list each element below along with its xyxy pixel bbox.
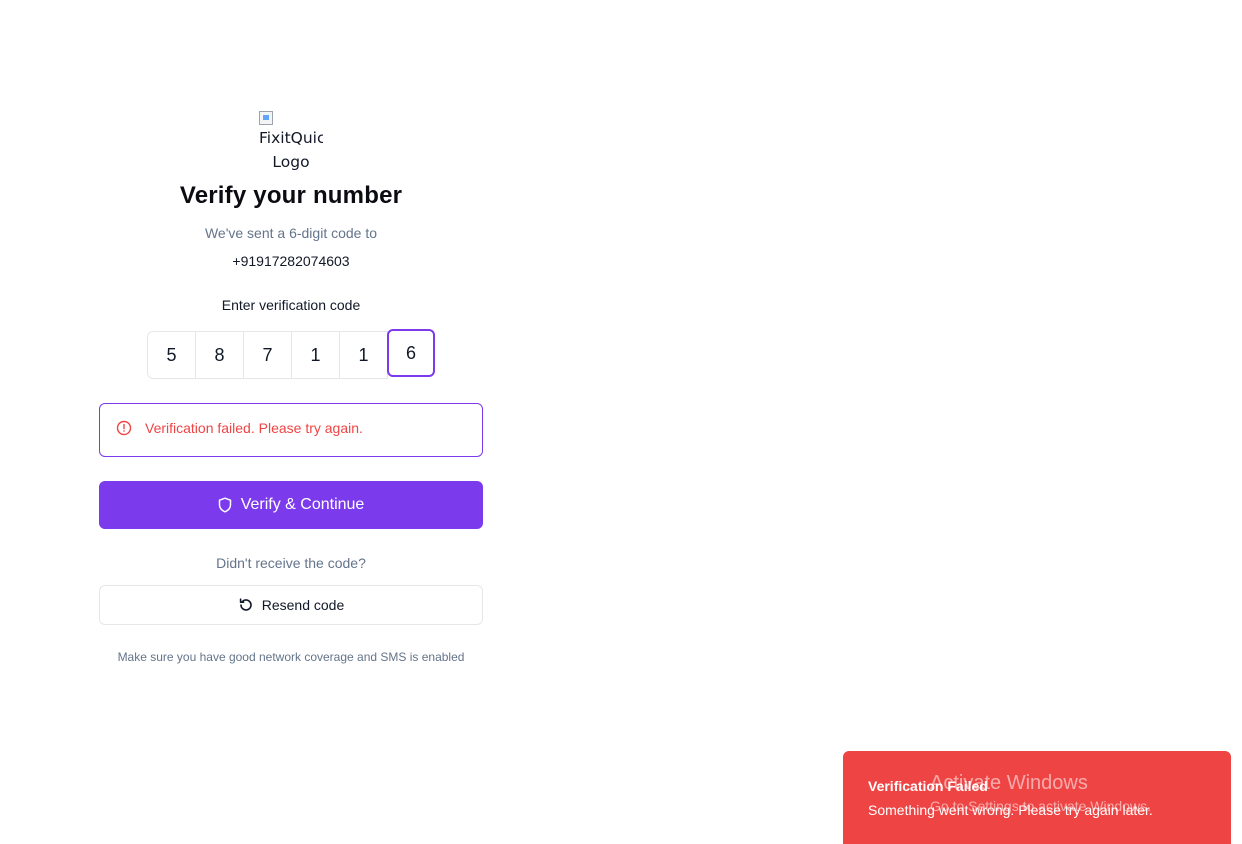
verify-continue-button[interactable]: Verify & Continue [99, 481, 483, 529]
refresh-icon [239, 598, 252, 611]
otp-digit-4[interactable]: 1 [292, 331, 340, 379]
page-title: Verify your number [179, 182, 403, 209]
otp-digit-5[interactable]: 1 [340, 331, 388, 379]
otp-digit-6[interactable]: 6 [387, 329, 435, 377]
network-hint: Make sure you have good network coverage… [117, 650, 465, 664]
broken-image-icon [259, 111, 273, 125]
resend-code-button[interactable]: Resend code [99, 585, 483, 625]
logo-image: FixitQuick Logo [259, 111, 323, 173]
verify-continue-label: Verify & Continue [240, 496, 365, 513]
verify-panel: FixitQuick Logo Verify your number We've… [99, 0, 483, 844]
shield-icon [218, 497, 231, 513]
logo-alt-text: FixitQuick Logo [259, 129, 323, 171]
toast-title: Verification Failed [868, 778, 988, 794]
otp-digit-1[interactable]: 5 [147, 331, 196, 379]
otp-digit-2[interactable]: 8 [196, 331, 244, 379]
alert-circle-icon [116, 420, 132, 436]
toast-message: Something went wrong. Please try again l… [868, 802, 1153, 818]
otp-input-group: 5 8 7 1 1 6 [147, 329, 435, 379]
error-message: Verification failed. Please try again. [145, 420, 363, 436]
error-alert: Verification failed. Please try again. [99, 403, 483, 457]
code-sent-text: We've sent a 6-digit code to [204, 225, 378, 241]
resend-code-label: Resend code [261, 597, 345, 613]
phone-number: +91917282074603 [232, 253, 350, 269]
otp-label: Enter verification code [221, 297, 361, 313]
resend-question: Didn't receive the code? [216, 555, 366, 571]
error-toast[interactable]: Verification Failed Something went wrong… [843, 751, 1231, 844]
otp-digit-3[interactable]: 7 [244, 331, 292, 379]
